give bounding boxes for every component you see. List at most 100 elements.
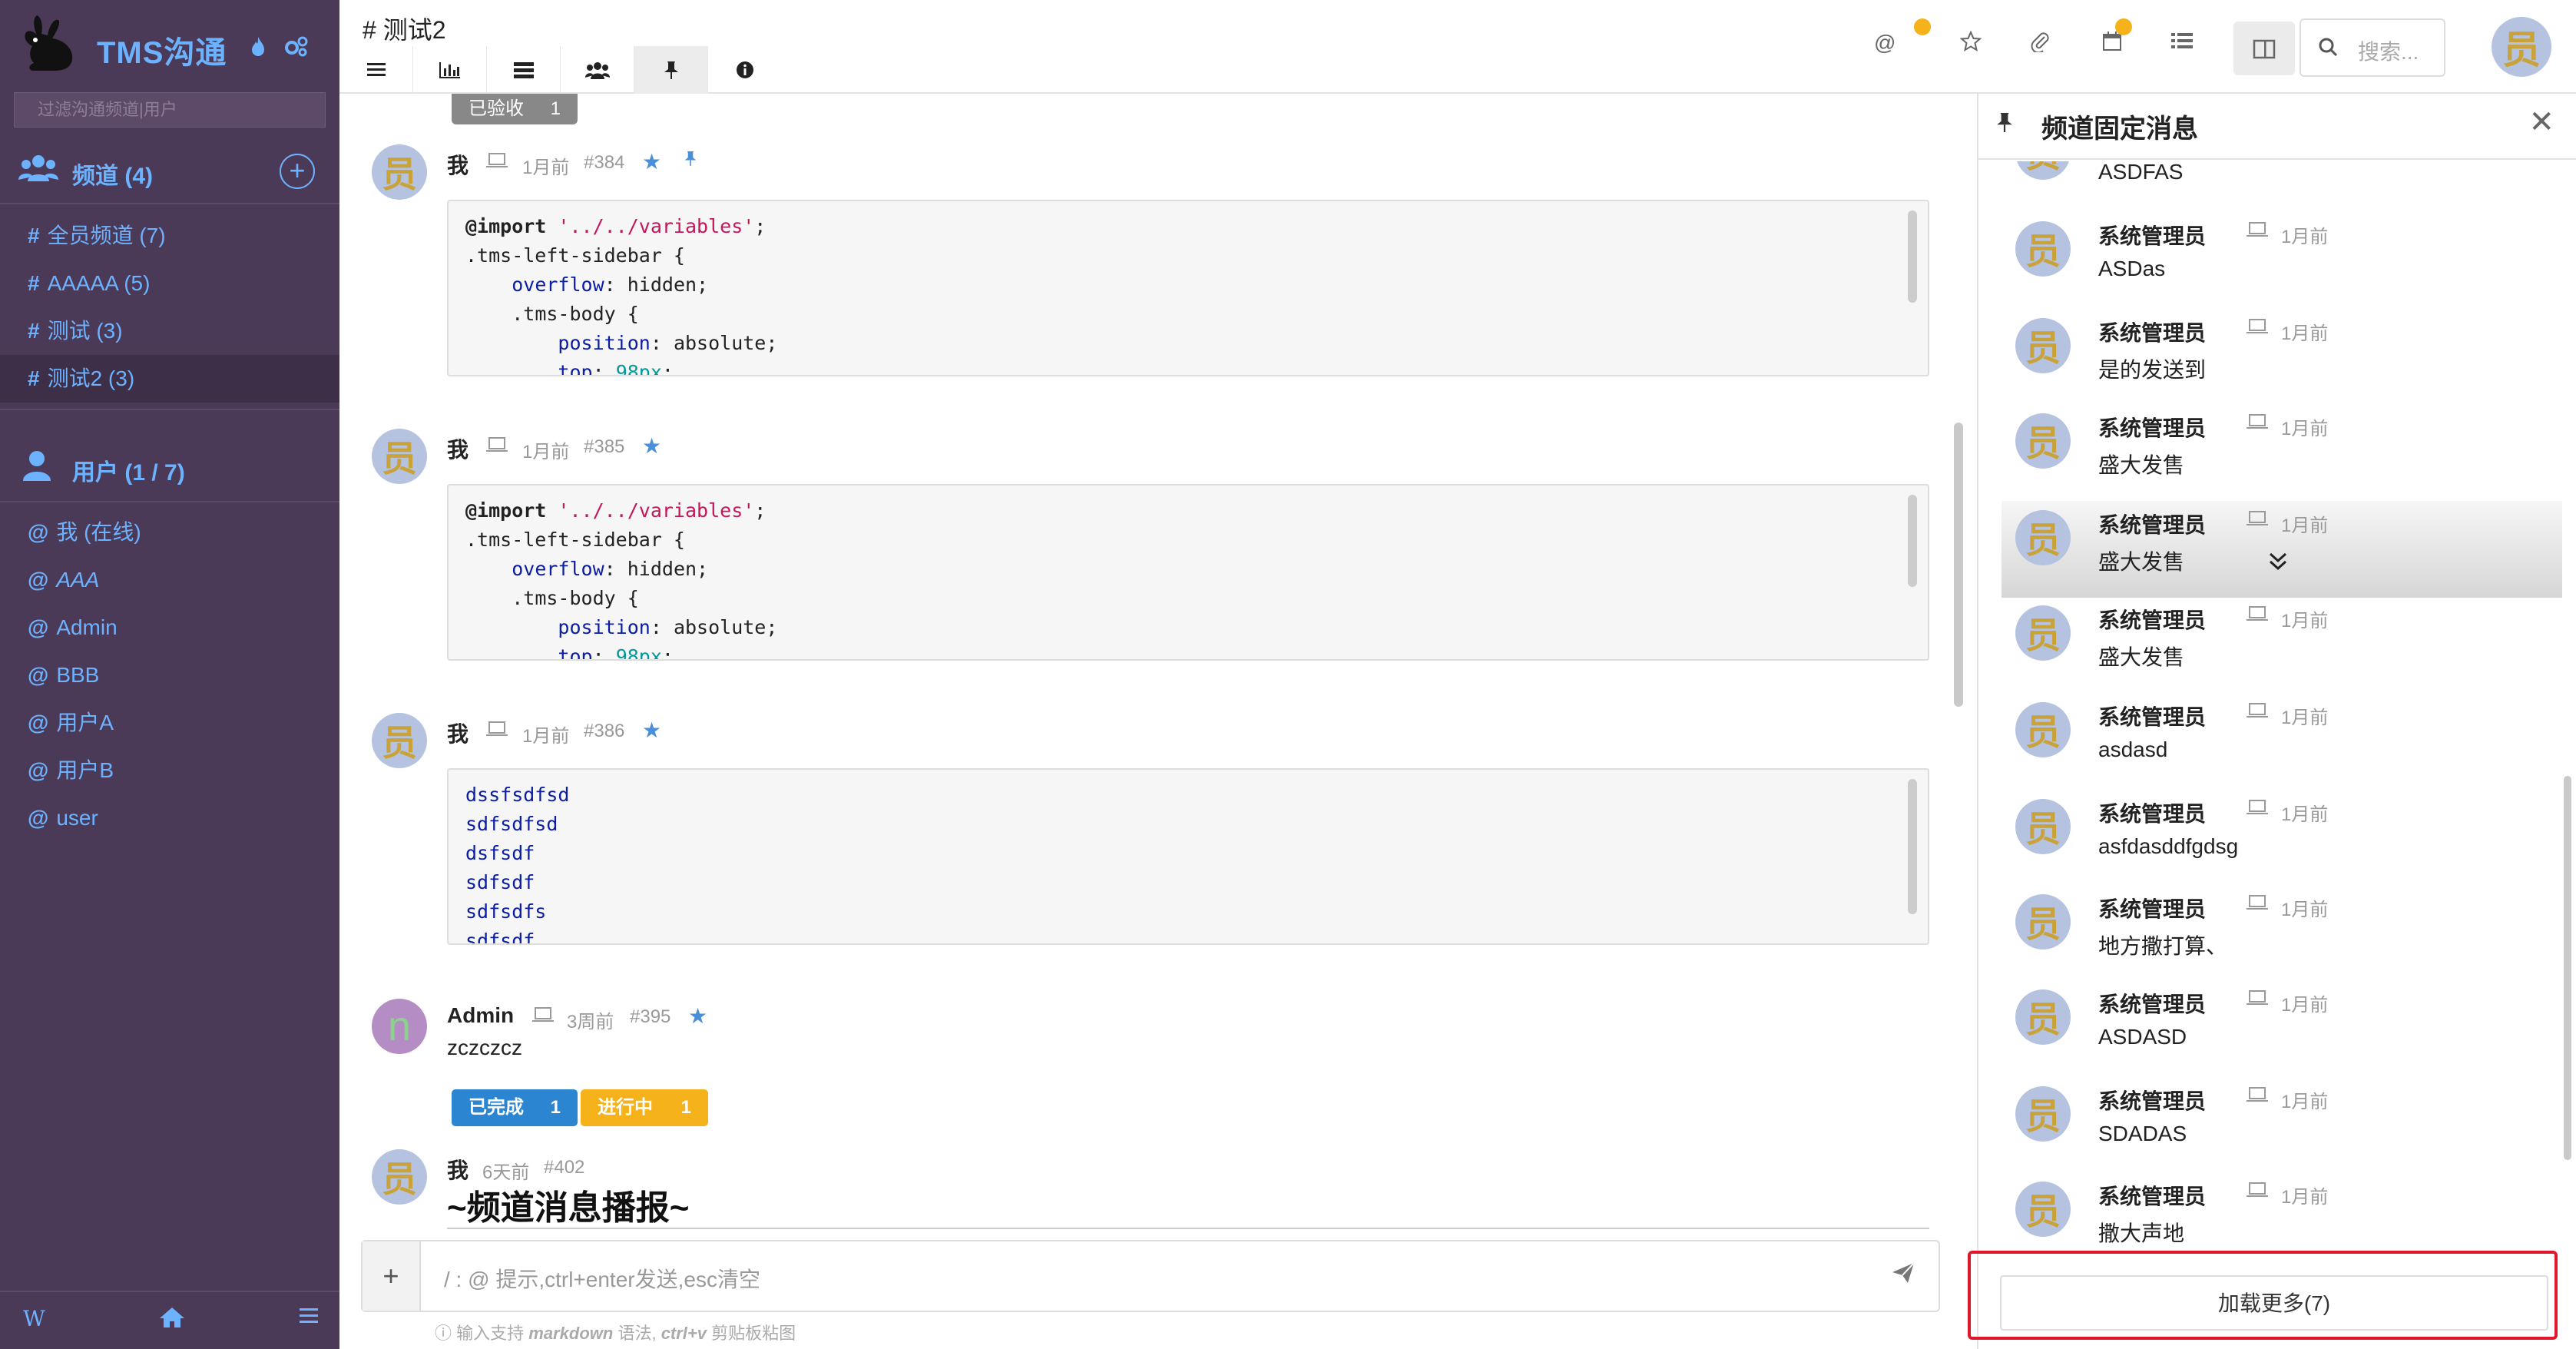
pinned-author: 系统管理员 [2098, 705, 2207, 729]
pinned-item[interactable]: 员 系统管理员 1月前 ASDas [2002, 212, 2562, 309]
star-icon[interactable]: ★ [642, 149, 661, 174]
scrollbar[interactable] [1908, 779, 1917, 914]
rabbit-logo-icon [25, 15, 73, 71]
wiki-link[interactable]: W [23, 1306, 45, 1331]
pinned-item-hovered[interactable]: 员 系统管理员 1月前 盛大发售 [2002, 501, 2562, 598]
user-item[interactable]: @ AAA [0, 556, 339, 604]
add-attachment-button[interactable]: + [363, 1241, 421, 1311]
split-layout-button[interactable] [2233, 22, 2295, 75]
avatar[interactable]: 员 [372, 713, 427, 768]
code-block[interactable]: dssfsdfsd sdfsdfsd dsfsdf sdfsdf sdfsdfs… [447, 768, 1929, 945]
channel-item[interactable]: # 测试 (3) [0, 307, 339, 355]
pinned-time: 1月前 [2281, 708, 2329, 728]
user-item[interactable]: @ 用户B [0, 747, 339, 794]
load-more-button[interactable]: 加载更多(7) [2000, 1275, 2548, 1331]
pinned-scrollbar[interactable] [2564, 776, 2571, 1160]
scrollbar[interactable] [1908, 210, 1917, 303]
user-avatar[interactable]: 员 [2492, 17, 2551, 77]
laptop-icon [2246, 605, 2269, 628]
pinned-text: 盛大发售 [2098, 550, 2185, 574]
filter-input[interactable]: 过滤沟通频道|用户 [14, 92, 326, 128]
channels-section-header[interactable]: 频道 (4) + [0, 138, 339, 203]
bar-chart-icon[interactable] [413, 46, 487, 94]
pinned-item[interactable]: 员 系统管理员 1月前 ASDASD [2002, 980, 2562, 1077]
pin-tab-icon[interactable] [634, 46, 708, 94]
message-list[interactable]: 已验收 1 员 我 1月前 #384 ★ @import '../../vari… [339, 94, 1948, 1238]
star-icon[interactable]: ★ [688, 1003, 707, 1029]
divider [0, 409, 339, 410]
star-icon[interactable] [1959, 30, 1982, 58]
message-id[interactable]: #395 [630, 1006, 670, 1028]
members-icon[interactable] [561, 46, 634, 94]
search-input[interactable]: 搜索... [2300, 18, 2445, 77]
message-id[interactable]: #402 [544, 1157, 584, 1178]
user-item[interactable]: @ user [0, 794, 339, 842]
list-icon[interactable] [2170, 31, 2194, 57]
user-item[interactable]: @ 用户A [0, 699, 339, 747]
star-icon[interactable]: ★ [642, 433, 661, 459]
message-id[interactable]: #386 [584, 721, 624, 742]
pinned-item[interactable]: 员 系统管理员 1月前 盛大发售 [2002, 404, 2562, 501]
info-icon[interactable] [708, 46, 782, 94]
list-menu-icon[interactable] [339, 46, 413, 94]
add-channel-button[interactable]: + [280, 154, 315, 189]
message-scrollbar[interactable] [1954, 423, 1963, 707]
status-chip-progress[interactable]: 进行中 1 [581, 1089, 708, 1126]
calendar-icon[interactable] [2101, 31, 2123, 58]
pinned-text: 盛大发售 [2098, 453, 2185, 477]
pinned-text: 地方撒打算、 [2098, 934, 2228, 958]
gears-icon[interactable] [284, 35, 309, 62]
message-author[interactable]: Admin [447, 1003, 514, 1028]
pinned-panel: 频道固定消息 ✕ 员 ASDFAS 员 系统管理员 1月前 ASDas 员 系统… [1977, 94, 2576, 1349]
channel-item[interactable]: # 全员频道 (7) [0, 212, 339, 260]
code-block[interactable]: @import '../../variables'; .tms-left-sid… [447, 200, 1929, 376]
scrollbar[interactable] [1908, 495, 1917, 587]
close-icon[interactable]: ✕ [2528, 104, 2554, 140]
status-chip-accepted[interactable]: 已验收 1 [452, 94, 578, 124]
star-icon[interactable]: ★ [642, 718, 661, 743]
laptop-icon [2246, 702, 2269, 724]
message-author[interactable]: 我 [447, 433, 469, 464]
pinned-list[interactable]: 员 ASDFAS 员 系统管理员 1月前 ASDas 员 系统管理员 1月前 是… [1978, 161, 2576, 1332]
message-heading: ~频道消息播报~ [447, 1189, 690, 1227]
user-item[interactable]: @ Admin [0, 604, 339, 651]
pin-icon[interactable] [684, 149, 697, 173]
pinned-item[interactable]: 员 系统管理员 1月前 盛大发售 [2002, 596, 2562, 693]
menu-icon[interactable] [298, 1306, 320, 1332]
code-block[interactable]: @import '../../variables'; .tms-left-sid… [447, 484, 1929, 661]
sidebar-header: TMS沟通 [0, 0, 339, 94]
pinned-item[interactable]: 员 系统管理员 1月前 asdasd [2002, 693, 2562, 790]
message-author[interactable]: 我 [447, 149, 469, 180]
users-section-header[interactable]: 用户 (1 / 7) [0, 435, 339, 499]
message-input[interactable]: + / : @ 提示,ctrl+enter发送,esc清空 [361, 1240, 1940, 1312]
pinned-time: 1月前 [2281, 227, 2329, 247]
status-chip-done[interactable]: 已完成 1 [452, 1089, 578, 1126]
pinned-time: 1月前 [2281, 900, 2329, 920]
avatar[interactable]: 员 [372, 429, 427, 484]
user-item[interactable]: @ 我 (在线) [0, 509, 339, 556]
paperclip-icon[interactable] [2029, 31, 2051, 58]
fire-icon[interactable] [250, 35, 266, 62]
pinned-item[interactable]: 员 系统管理员 1月前 SDADAS [2002, 1077, 2562, 1174]
avatar[interactable]: 员 [372, 1149, 427, 1205]
pinned-item[interactable]: 员 系统管理员 1月前 地方撒打算、 [2002, 885, 2562, 982]
channel-toolbar [339, 46, 782, 94]
pinned-item[interactable]: 员 系统管理员 1月前 是的发送到 [2002, 309, 2562, 406]
user-item[interactable]: @ BBB [0, 651, 339, 699]
expand-double-chevron-icon[interactable] [2267, 552, 2289, 578]
message-id[interactable]: #385 [584, 436, 624, 458]
avatar[interactable]: n [372, 999, 427, 1054]
message-id[interactable]: #384 [584, 152, 624, 174]
home-icon[interactable] [158, 1306, 186, 1335]
avatar[interactable]: 员 [372, 144, 427, 200]
channel-item[interactable]: # AAAAA (5) [0, 260, 339, 307]
top-bar: # 测试2 @ 搜索... 员 [339, 0, 2576, 94]
mention-icon[interactable]: @ [1874, 31, 1896, 55]
pinned-item[interactable]: 员 系统管理员 1月前 asfdasddfgdsg [2002, 790, 2562, 887]
pinned-item[interactable]: 员 ASDFAS [2002, 161, 2562, 212]
message-author[interactable]: 我 [447, 718, 469, 748]
channels-header-label: 频道 (4) [72, 164, 153, 189]
channel-item-active[interactable]: # 测试2 (3) [0, 355, 339, 403]
server-list-icon[interactable] [487, 46, 561, 94]
send-icon[interactable] [1891, 1261, 1915, 1291]
